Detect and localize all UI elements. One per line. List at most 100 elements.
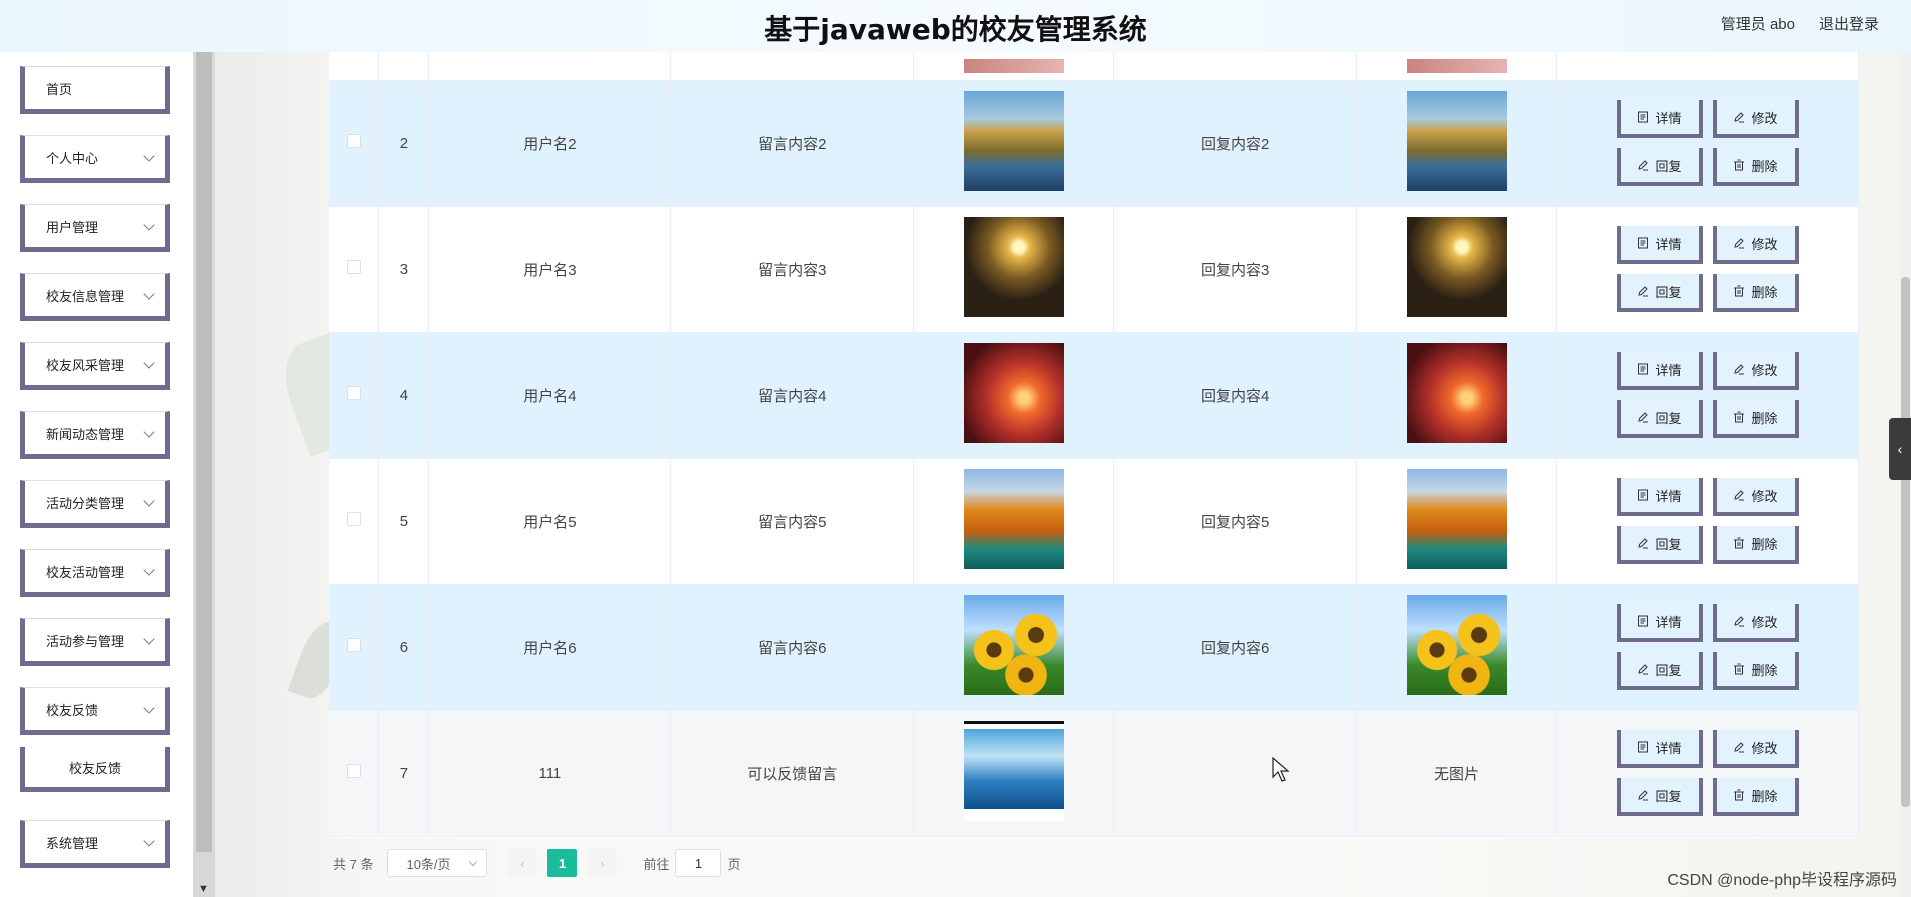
delete-button[interactable]: 删除 — [1712, 400, 1799, 438]
feedback-image[interactable] — [1406, 217, 1507, 317]
main-scrollbar-thumb[interactable] — [1901, 277, 1910, 807]
reply-button[interactable]: 回复 — [1616, 400, 1703, 438]
document-icon — [1638, 615, 1649, 627]
detail-button[interactable]: 详情 — [1616, 730, 1703, 768]
reply-button[interactable]: 回复 — [1616, 652, 1703, 690]
feedback-image[interactable] — [963, 217, 1064, 317]
feedback-image[interactable] — [1406, 595, 1507, 695]
document-icon — [1638, 741, 1649, 753]
sidebar-scrollbar[interactable]: ▼ — [193, 52, 215, 897]
feedback-image[interactable] — [1406, 469, 1507, 569]
detail-button[interactable]: 详情 — [1616, 604, 1703, 642]
sidebar-item-system-management[interactable]: 系统管理 — [20, 820, 170, 868]
page-size-select[interactable]: 10条/页 — [387, 849, 488, 877]
pencil-icon — [1638, 790, 1649, 801]
edit-button[interactable]: 修改 — [1712, 226, 1799, 264]
table-row: 5 用户名5 留言内容5 回复内容5 详情 修改 回复 删除 — [329, 458, 1859, 585]
reply-button[interactable]: 回复 — [1616, 148, 1703, 186]
delete-button[interactable]: 删除 — [1712, 526, 1799, 564]
cell-image — [913, 458, 1115, 585]
row-checkbox[interactable] — [346, 260, 361, 274]
feedback-image[interactable] — [963, 595, 1064, 695]
trash-icon — [1734, 159, 1745, 171]
detail-button[interactable]: 详情 — [1616, 100, 1703, 138]
table-row: 2 用户名2 留言内容2 回复内容2 详情 修改 回复 删除 — [329, 80, 1859, 207]
feedback-image[interactable] — [963, 91, 1064, 191]
sidebar-item-personal-center[interactable]: 个人中心 — [20, 135, 170, 183]
scroll-down-arrow-icon[interactable]: ▼ — [198, 883, 209, 895]
edit-button[interactable]: 修改 — [1712, 478, 1799, 516]
chevron-down-icon — [143, 288, 155, 300]
row-checkbox[interactable] — [346, 512, 361, 526]
feedback-image[interactable] — [963, 721, 1064, 821]
reply-button[interactable]: 回复 — [1616, 274, 1703, 312]
cell-image — [913, 710, 1115, 837]
sidebar-scrollbar-thumb[interactable] — [196, 52, 212, 852]
pencil-icon — [1734, 238, 1745, 249]
sidebar-item-alumni-info[interactable]: 校友信息管理 — [20, 273, 170, 321]
sidebar-item-alumni-style[interactable]: 校友风采管理 — [20, 342, 170, 390]
row-checkbox[interactable] — [346, 638, 361, 652]
chevron-down-icon — [143, 702, 155, 714]
edit-button[interactable]: 修改 — [1712, 100, 1799, 138]
cell-message: 留言内容3 — [670, 206, 915, 333]
feedback-image[interactable] — [1406, 343, 1507, 443]
sidebar: 首页 个人中心 用户管理 校友信息管理 校友风采管理 新闻动态管理 活动分类管理… — [0, 52, 193, 897]
trash-icon — [1734, 285, 1745, 297]
cell-message: 留言内容5 — [670, 458, 915, 585]
row-checkbox[interactable] — [346, 386, 361, 400]
reply-button[interactable]: 回复 — [1616, 526, 1703, 564]
detail-button[interactable]: 详情 — [1616, 226, 1703, 264]
detail-button[interactable]: 详情 — [1616, 352, 1703, 390]
cell-reply-image: 无图片 — [1356, 710, 1558, 837]
document-icon — [1638, 111, 1649, 123]
cell-reply-image — [1356, 332, 1558, 459]
cell-reply: 回复内容6 — [1113, 584, 1358, 711]
collapse-panel-chevron-icon[interactable]: ‹ — [1889, 418, 1911, 480]
edit-button[interactable]: 修改 — [1712, 604, 1799, 642]
trash-icon — [1734, 789, 1745, 801]
sidebar-item-alumni-feedback[interactable]: 校友反馈 — [20, 687, 170, 735]
reply-button[interactable]: 回复 — [1616, 778, 1703, 816]
sidebar-item-label: 校友活动管理 — [46, 564, 125, 580]
prev-page-button[interactable]: ‹ — [507, 849, 538, 877]
delete-button[interactable]: 删除 — [1712, 148, 1799, 186]
goto-page-input[interactable]: 1 — [675, 849, 722, 877]
sidebar-item-label: 新闻动态管理 — [46, 426, 125, 442]
watermark: CSDN @node-php毕设程序源码 — [1667, 872, 1897, 889]
pencil-icon — [1734, 490, 1745, 501]
sidebar-item-activity-participation[interactable]: 活动参与管理 — [20, 618, 170, 666]
cell-actions: 详情 修改 回复 删除 — [1556, 206, 1859, 333]
next-page-button[interactable]: › — [587, 849, 618, 877]
feedback-image[interactable] — [963, 469, 1064, 569]
sidebar-item-alumni-activity[interactable]: 校友活动管理 — [20, 549, 170, 597]
cell-reply-image — [1356, 206, 1558, 333]
delete-button[interactable]: 删除 — [1712, 274, 1799, 312]
page-size-value: 10条/页 — [406, 856, 451, 872]
row-checkbox[interactable] — [346, 134, 361, 148]
sidebar-item-user-management[interactable]: 用户管理 — [20, 204, 170, 252]
delete-button[interactable]: 删除 — [1712, 778, 1799, 816]
page-button-current[interactable]: 1 — [547, 849, 578, 877]
cell-index: 5 — [378, 458, 430, 585]
edit-button[interactable]: 修改 — [1712, 730, 1799, 768]
sidebar-item-activity-category[interactable]: 活动分类管理 — [20, 480, 170, 528]
chevron-down-icon — [469, 857, 478, 867]
logout-link[interactable]: 退出登录 — [1819, 13, 1879, 34]
cell-username: 用户名3 — [428, 206, 672, 333]
detail-button[interactable]: 详情 — [1616, 478, 1703, 516]
sidebar-subitem-alumni-feedback[interactable]: 校友反馈 — [20, 747, 170, 792]
feedback-image[interactable] — [1406, 91, 1507, 191]
sidebar-item-label: 用户管理 — [46, 219, 99, 235]
delete-button[interactable]: 删除 — [1712, 652, 1799, 690]
pagination-total: 共 7 条 — [333, 856, 374, 872]
sidebar-item-home[interactable]: 首页 — [20, 66, 170, 114]
cell-index: 7 — [378, 710, 430, 837]
edit-button[interactable]: 修改 — [1712, 352, 1799, 390]
document-icon — [1638, 489, 1649, 501]
cell-index: 3 — [378, 206, 430, 333]
feedback-image[interactable] — [963, 343, 1064, 443]
row-checkbox[interactable] — [346, 764, 361, 778]
sidebar-item-news[interactable]: 新闻动态管理 — [20, 411, 170, 459]
cell-actions: 详情 修改 回复 删除 — [1556, 332, 1859, 459]
